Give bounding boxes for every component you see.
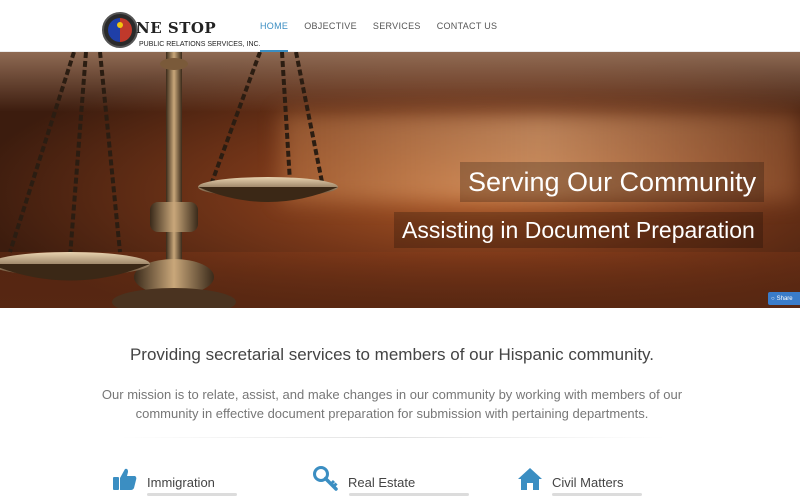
feature-title: Immigration (147, 475, 215, 490)
mission-statement: Our mission is to relate, assist, and ma… (101, 387, 683, 421)
hero-headline: Serving Our Community (460, 162, 765, 202)
nav-item-contact-us[interactable]: CONTACT US (429, 0, 506, 52)
scales-of-justice-image (0, 52, 338, 308)
feature-title: Real Estate (348, 475, 416, 490)
nav-item-services[interactable]: SERVICES (365, 0, 429, 52)
feature-description-cutoff (147, 493, 237, 496)
intro-tagline: Providing secretarial services to member… (129, 345, 655, 364)
share-button[interactable]: ○ Share (768, 292, 800, 305)
section-divider (120, 437, 665, 438)
main-nav: HOME OBJECTIVE SERVICES CONTACT US (252, 0, 505, 52)
nav-item-objective[interactable]: OBJECTIVE (296, 0, 365, 52)
site-header: NE STOP PUBLIC RELATIONS SERVICES, INC. … (0, 0, 800, 52)
feature-description-cutoff (552, 493, 642, 496)
share-icon: ○ (771, 295, 775, 302)
key-icon (313, 466, 338, 491)
brand-logo[interactable]: NE STOP PUBLIC RELATIONS SERVICES, INC. (102, 12, 261, 52)
home-icon (518, 468, 542, 490)
feature-title: Civil Matters (552, 475, 624, 490)
logo-subtitle: PUBLIC RELATIONS SERVICES, INC. (139, 41, 261, 48)
thumbs-up-icon (113, 468, 137, 490)
share-label: Share (776, 295, 793, 302)
nav-item-home[interactable]: HOME (252, 0, 296, 52)
hero-banner: Serving Our Community Assisting in Docum… (0, 52, 800, 308)
logo-emblem-icon (102, 12, 138, 48)
hero-subheadline: Assisting in Document Preparation (394, 212, 763, 248)
feature-description-cutoff (349, 493, 469, 496)
logo-title: NE STOP (136, 19, 217, 37)
